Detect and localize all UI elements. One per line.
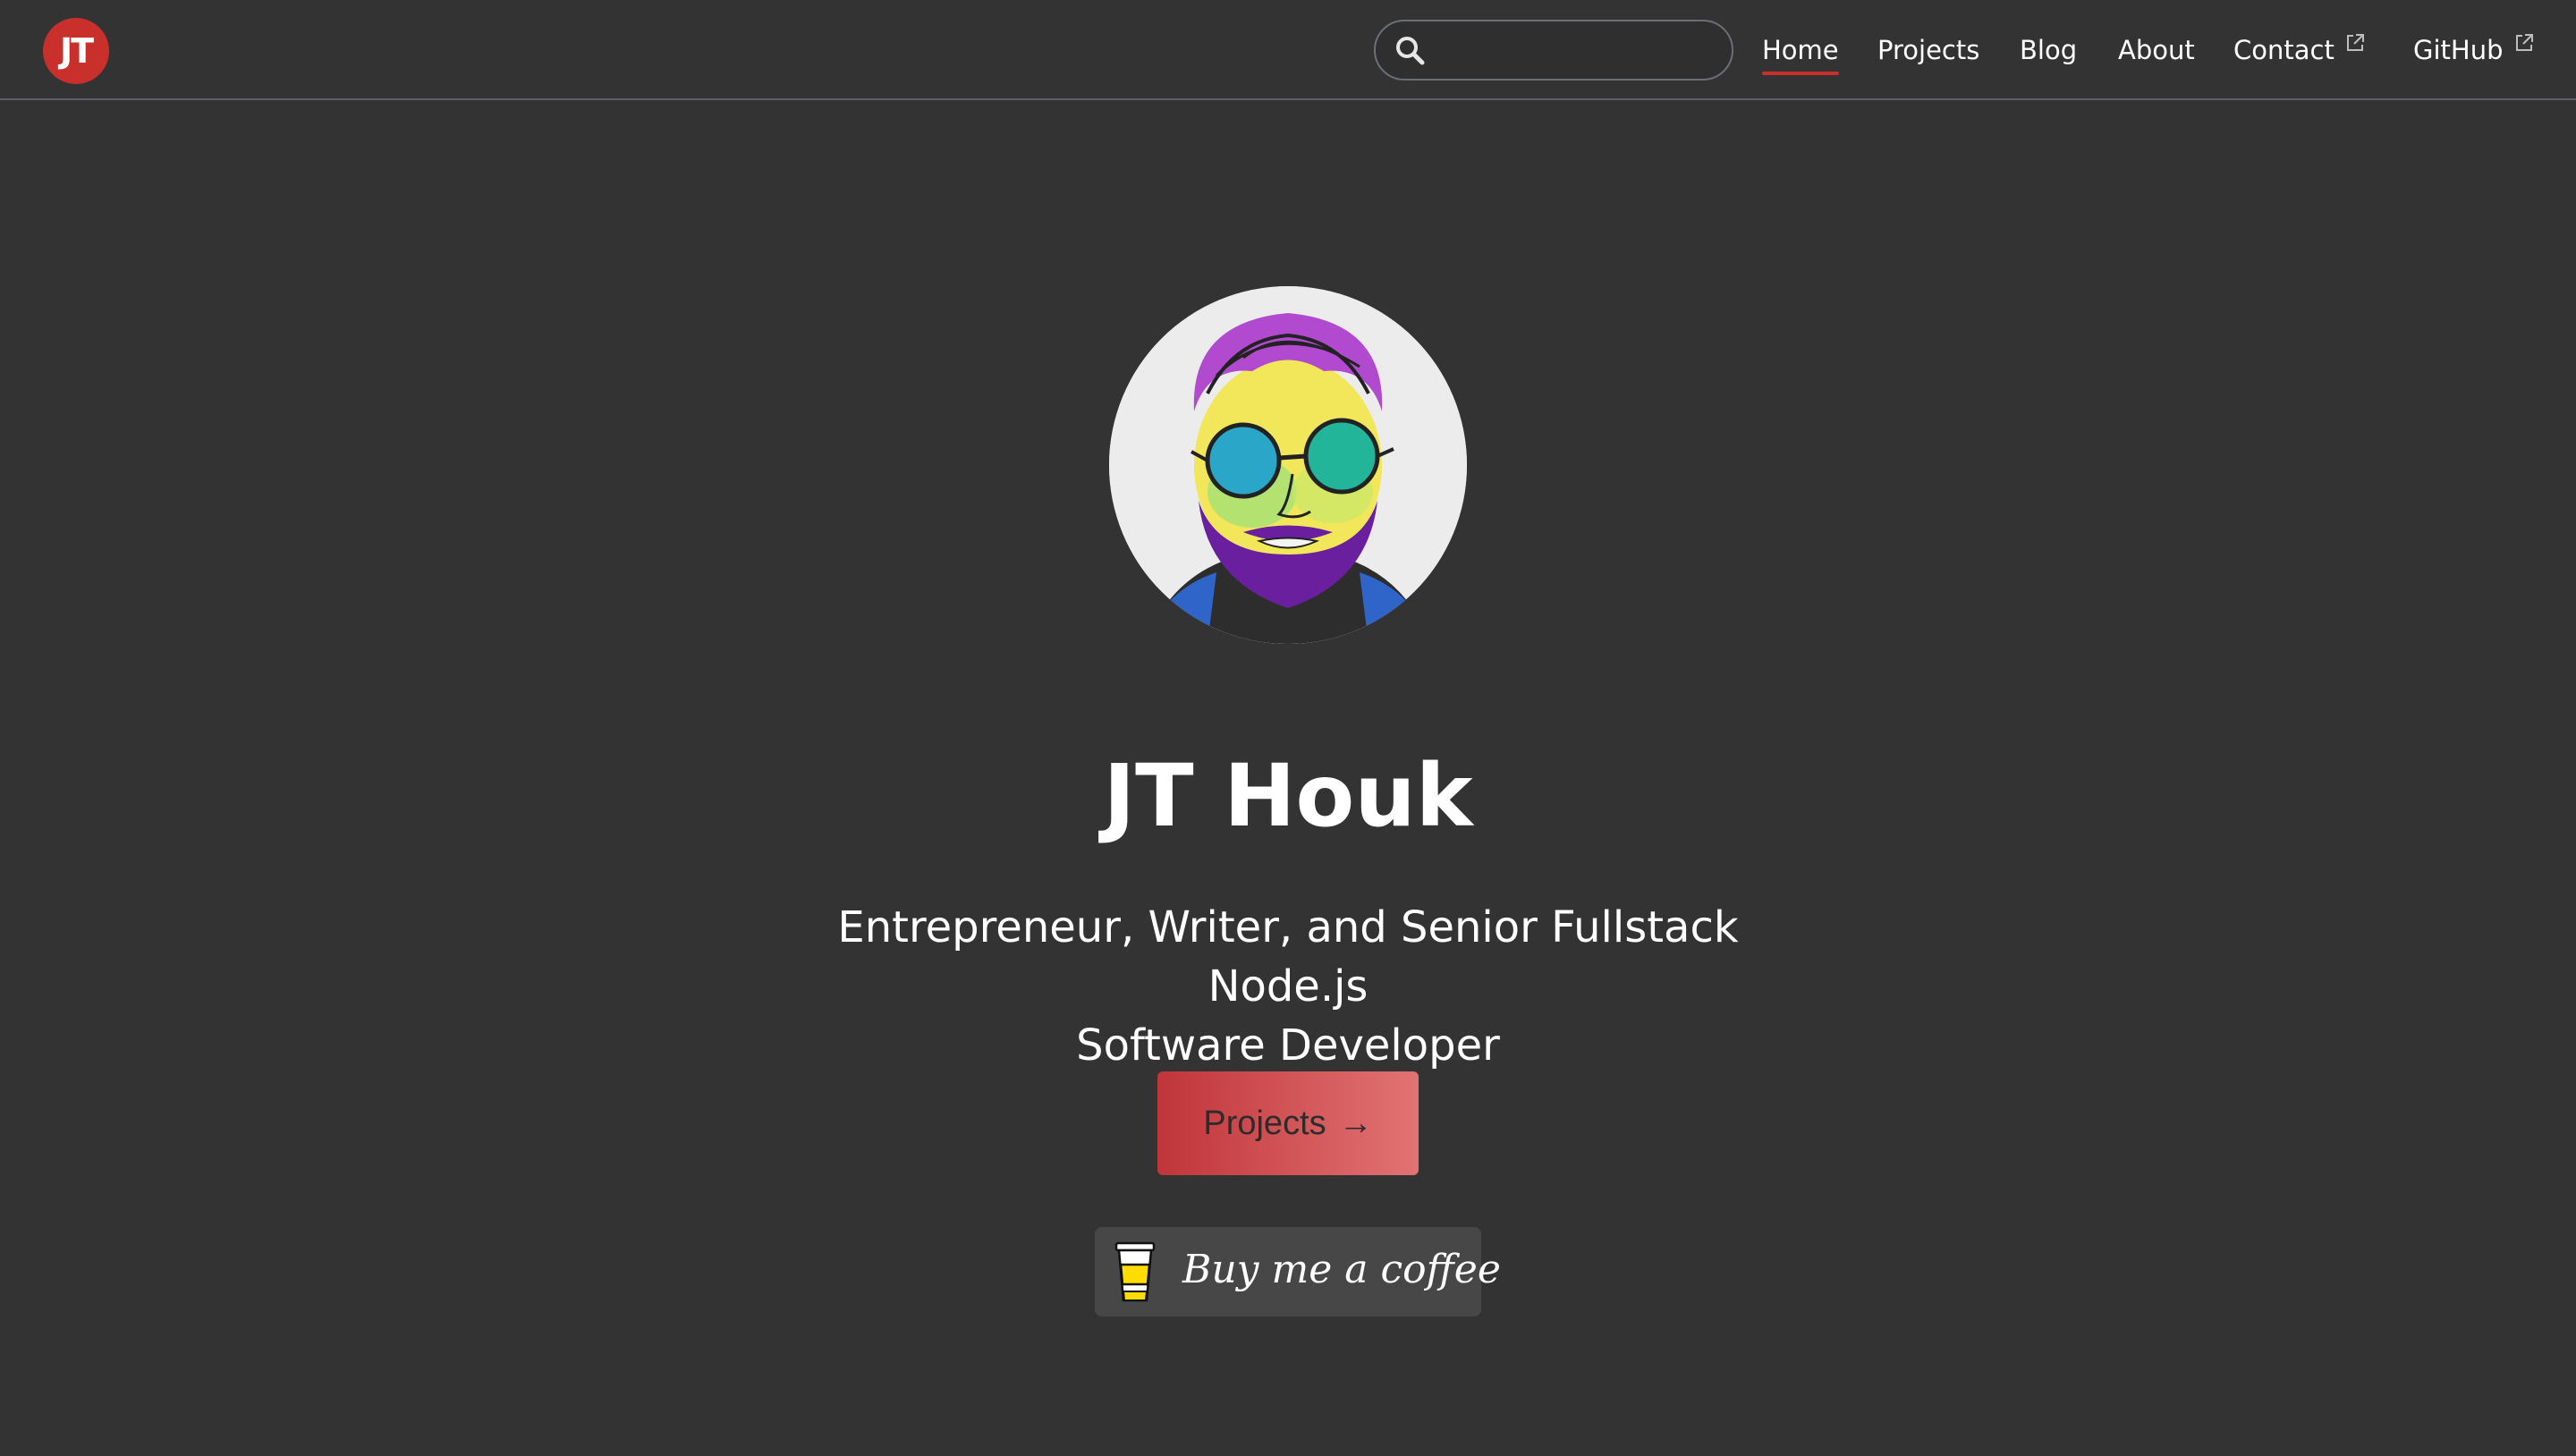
nav-home-link[interactable]: Home — [1762, 32, 1839, 75]
hero-subtitle-line-1: Entrepreneur, Writer, and Senior Fullsta… — [837, 902, 1739, 1012]
nav-home-label: Home — [1762, 35, 1839, 65]
hero-subtitle: Entrepreneur, Writer, and Senior Fullsta… — [751, 898, 1825, 1075]
nav-github-label: GitHub — [2413, 35, 2504, 65]
site-logo[interactable]: JT — [43, 18, 109, 84]
avatar-illustration — [1109, 286, 1467, 644]
hero-subtitle-line-2: Software Developer — [1076, 1020, 1500, 1071]
nav-projects-link[interactable]: Projects — [1877, 32, 1979, 68]
nav-blog-label: Blog — [2020, 35, 2078, 65]
coffee-button-label: Buy me a coffee — [1182, 1247, 1501, 1292]
nav-contact-link[interactable]: Contact — [2233, 32, 2365, 68]
nav-contact-label: Contact — [2233, 35, 2334, 65]
search-icon — [1396, 37, 1425, 65]
search-input[interactable] — [1436, 29, 1719, 73]
hero-name: JT Houk — [1103, 746, 1473, 846]
nav-projects-label: Projects — [1877, 35, 1980, 65]
projects-button-label: Projects — [1203, 1104, 1326, 1142]
coffee-cup-icon — [1114, 1241, 1156, 1302]
nav-about-label: About — [2118, 35, 2195, 65]
nav-github-link[interactable]: GitHub — [2413, 32, 2534, 68]
search-box[interactable] — [1374, 20, 1733, 80]
external-link-icon — [2346, 34, 2364, 51]
nav-blog-link[interactable]: Blog — [2020, 32, 2077, 68]
external-link-icon — [2515, 34, 2533, 51]
arrow-right-icon: → — [1338, 1104, 1373, 1142]
profile-avatar — [1109, 286, 1467, 644]
projects-button[interactable]: Projects → — [1157, 1071, 1419, 1175]
nav-about-link[interactable]: About — [2118, 32, 2195, 68]
top-navbar: JT Home Projects Blog About Contact GitH… — [0, 0, 2576, 100]
buy-me-a-coffee-button[interactable]: Buy me a coffee — [1095, 1227, 1501, 1316]
